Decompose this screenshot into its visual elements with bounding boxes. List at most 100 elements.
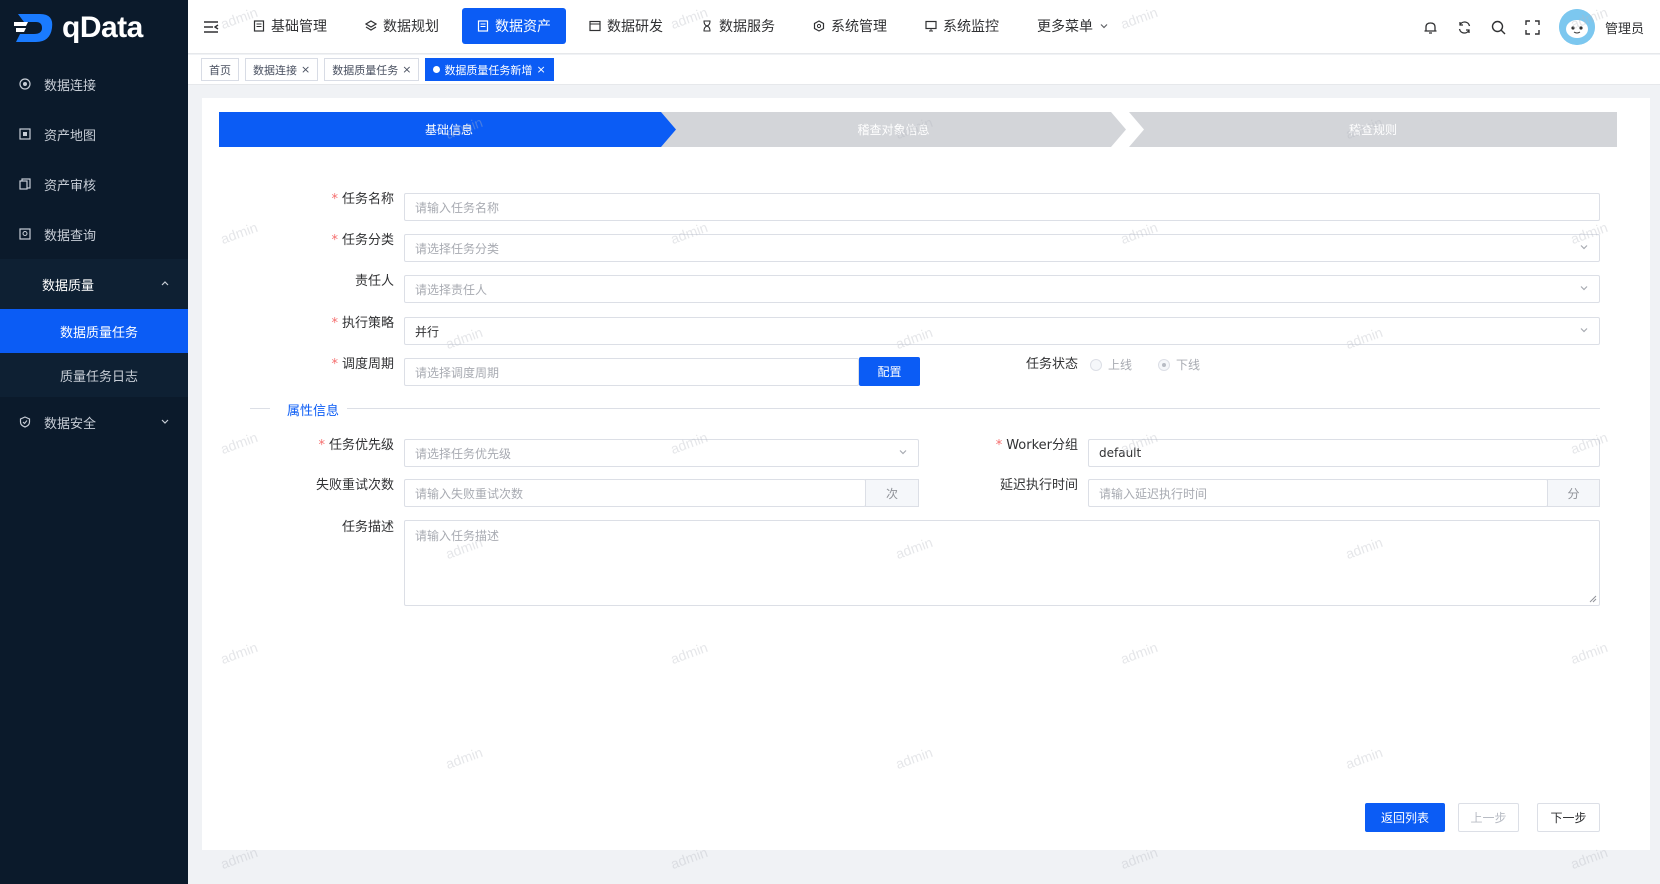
owner-select[interactable]: 请选择责任人: [404, 275, 1600, 303]
worker-group-label: * Worker分组: [995, 438, 1078, 453]
delay-input[interactable]: 请输入延迟执行时间: [1088, 479, 1548, 507]
bell-icon[interactable]: [1423, 19, 1439, 35]
chevron-down-icon: [1580, 286, 1588, 291]
sidebar-item-asset-map[interactable]: 资产地图: [0, 109, 188, 159]
step-audit-rules[interactable]: 稽查规则: [1129, 112, 1617, 147]
fullscreen-icon[interactable]: [1525, 19, 1541, 35]
query-icon: [18, 227, 32, 241]
task-name-input[interactable]: 请输入任务名称: [404, 193, 1600, 221]
nav-data-assets[interactable]: 数据资产: [462, 8, 566, 44]
section-title-attributes: 属性信息: [287, 404, 340, 419]
top-nav: 基础管理 数据规划 数据资产 数据研发 数据服务 系统管理 系统监控 更多菜单: [234, 0, 1128, 54]
worker-group-input[interactable]: default: [1088, 439, 1600, 467]
tag-home[interactable]: 首页: [201, 58, 239, 81]
document-icon: [253, 20, 265, 32]
priority-label: * 任务优先级: [318, 438, 394, 453]
strategy-label: * 执行策略: [331, 316, 394, 331]
step-audit-object[interactable]: 稽查对象信息: [661, 112, 1126, 147]
tags-view: 首页 数据连接 × 数据质量任务 × 数据质量任务新增 ×: [188, 55, 1660, 85]
active-dot-icon: [433, 66, 441, 73]
sidebar-item-data-security[interactable]: 数据安全: [0, 397, 188, 447]
nav-data-planning[interactable]: 数据规划: [350, 8, 454, 44]
status-online-radio[interactable]: 上线: [1090, 356, 1132, 373]
sidebar-item-label: 数据安全: [44, 416, 97, 432]
back-to-list-button[interactable]: 返回列表: [1365, 803, 1445, 832]
retry-input[interactable]: 请输入失败重试次数: [404, 479, 866, 507]
tag-quality-task[interactable]: 数据质量任务 ×: [324, 58, 420, 81]
chevron-up-icon: [160, 278, 170, 291]
sidebar-item-data-quality[interactable]: 数据质量: [0, 259, 188, 309]
description-textarea[interactable]: 请输入任务描述: [404, 520, 1600, 606]
section-divider-right: [347, 408, 1600, 409]
chevron-down-icon: [1580, 245, 1588, 250]
nav-more-menu[interactable]: 更多菜单: [1022, 8, 1124, 44]
logo-icon: [14, 14, 53, 42]
task-name-label: * 任务名称: [331, 192, 394, 207]
layers-icon: [365, 20, 377, 31]
logo-text: qData: [62, 11, 143, 44]
menu-fold-icon[interactable]: [188, 20, 234, 34]
sidebar-item-data-query[interactable]: 数据查询: [0, 209, 188, 259]
status-offline-radio[interactable]: 下线: [1158, 356, 1200, 373]
config-button[interactable]: 配置: [859, 357, 920, 386]
avatar[interactable]: [1558, 9, 1595, 45]
strategy-select[interactable]: 并行: [404, 317, 1600, 345]
nav-data-development[interactable]: 数据研发: [574, 8, 678, 44]
tag-quality-task-new[interactable]: 数据质量任务新增 ×: [425, 58, 554, 81]
avatar-image: [1558, 9, 1595, 45]
sidebar-item-label: 数据质量: [42, 278, 95, 294]
task-category-label: * 任务分类: [331, 233, 394, 248]
chevron-down-icon: [1580, 328, 1588, 333]
sidebar-item-quality-task[interactable]: 数据质量任务: [0, 309, 188, 353]
user-name[interactable]: 管理员: [1605, 18, 1644, 37]
nav-system-monitor[interactable]: 系统监控: [910, 8, 1014, 44]
form-card: 基础信息 稽查对象信息 稽查规则 * 任务名称 请输入任务名称 * 任务分类 请选择…: [202, 98, 1650, 850]
schedule-input[interactable]: 请选择调度周期: [404, 358, 859, 386]
section-divider-left: [250, 408, 270, 409]
sidebar-item-quality-log[interactable]: 质量任务日志: [0, 353, 188, 397]
description-label: 任务描述: [341, 520, 394, 535]
target-icon: [18, 77, 32, 91]
top-header: 基础管理 数据规划 数据资产 数据研发 数据服务 系统管理 系统监控 更多菜单: [188, 0, 1660, 54]
close-icon[interactable]: ×: [301, 63, 310, 76]
search-icon[interactable]: [1491, 19, 1507, 35]
chevron-down-icon: [1100, 24, 1108, 29]
step-basic-info[interactable]: 基础信息: [219, 112, 679, 147]
copy-icon: [18, 177, 32, 191]
nav-basic-management[interactable]: 基础管理: [238, 8, 342, 44]
app-logo[interactable]: qData: [0, 0, 188, 56]
close-icon[interactable]: ×: [402, 63, 411, 76]
task-status-radio-group: 上线 下线: [1090, 356, 1200, 373]
shield-icon: [18, 415, 32, 429]
task-category-select[interactable]: 请选择任务分类: [404, 234, 1600, 262]
nav-data-service[interactable]: 数据服务: [686, 8, 790, 44]
sidebar-item-label: 数据质量任务: [60, 325, 139, 341]
resize-handle-icon[interactable]: [1589, 595, 1597, 603]
delay-label: 延迟执行时间: [999, 478, 1078, 493]
chevron-down-icon: [899, 450, 907, 455]
refresh-icon[interactable]: [1457, 19, 1473, 35]
next-step-button[interactable]: 下一步: [1537, 803, 1600, 832]
sidebar-item-label: 资产地图: [44, 128, 97, 144]
hourglass-icon: [703, 20, 711, 32]
retry-suffix: 次: [865, 479, 919, 507]
map-icon: [18, 127, 32, 141]
task-status-label: 任务状态: [1025, 357, 1078, 372]
sidebar-item-asset-review[interactable]: 资产审核: [0, 159, 188, 209]
window-icon: [589, 20, 601, 32]
monitor-icon: [925, 20, 937, 32]
prev-step-button[interactable]: 上一步: [1458, 803, 1519, 832]
header-actions: 管理员: [1423, 0, 1644, 54]
sidebar-item-label: 资产审核: [44, 178, 97, 194]
asset-icon: [477, 20, 489, 32]
schedule-label: * 调度周期: [331, 357, 394, 372]
nav-system-management[interactable]: 系统管理: [798, 8, 902, 44]
tag-data-connection[interactable]: 数据连接 ×: [245, 58, 319, 81]
radio-circle: [1158, 358, 1171, 371]
sidebar: qData 数据连接 资产地图 资产审核 数据查询 数据质量 数据质量任务 质量…: [0, 0, 188, 884]
close-icon[interactable]: ×: [536, 63, 545, 76]
priority-select[interactable]: 请选择任务优先级: [404, 439, 919, 467]
settings-hex-icon: [813, 20, 825, 32]
chevron-down-icon: [160, 416, 170, 429]
sidebar-item-data-connection[interactable]: 数据连接: [0, 59, 188, 109]
